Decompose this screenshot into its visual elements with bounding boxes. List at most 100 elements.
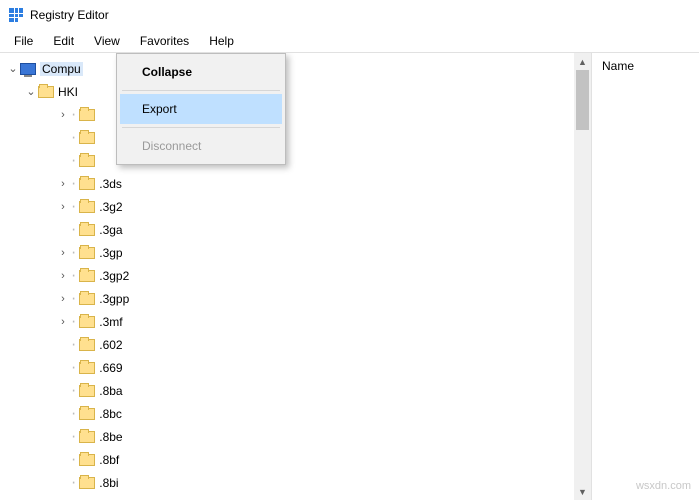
- tree-connector: ·: [70, 476, 77, 490]
- folder-icon: [79, 477, 95, 489]
- content-area: ⌄ Compu ⌄ HKI ›· ·· ·· ›·.3ds ›·.3g2 ··.…: [0, 52, 699, 500]
- tree-connector: ·: [70, 384, 77, 398]
- tree-connector: ·: [70, 453, 77, 467]
- registry-tree[interactable]: ⌄ Compu ⌄ HKI ›· ·· ·· ›·.3ds ›·.3g2 ··.…: [0, 53, 591, 494]
- folder-icon: [79, 454, 95, 466]
- menu-favorites[interactable]: Favorites: [132, 32, 197, 50]
- collapse-icon[interactable]: ⌄: [24, 85, 38, 98]
- watermark: wsxdn.com: [636, 480, 691, 492]
- tree-label: .669: [99, 361, 122, 375]
- ctx-export[interactable]: Export: [120, 94, 282, 124]
- tree-node[interactable]: ··.8bf: [56, 448, 591, 471]
- tree-node[interactable]: ··.3ga: [56, 218, 591, 241]
- ctx-separator: [122, 90, 280, 91]
- tree-connector: ·: [70, 177, 77, 191]
- scroll-up-icon[interactable]: ▲: [574, 53, 591, 70]
- scroll-down-icon[interactable]: ▼: [574, 483, 591, 500]
- folder-icon: [79, 408, 95, 420]
- folder-icon: [79, 316, 95, 328]
- expand-icon[interactable]: ›: [56, 109, 70, 121]
- tree-node[interactable]: ›· .3g2: [56, 195, 591, 218]
- expand-icon[interactable]: ›: [56, 293, 70, 305]
- ctx-collapse[interactable]: Collapse: [120, 57, 282, 87]
- titlebar: Registry Editor: [0, 0, 699, 30]
- tree-label: .8ba: [99, 384, 122, 398]
- folder-icon: [79, 431, 95, 443]
- tree-connector: ·: [70, 430, 77, 444]
- tree-node[interactable]: ›· .3mf: [56, 310, 591, 333]
- tree-node[interactable]: ›· .3ds: [56, 172, 591, 195]
- column-header-name[interactable]: Name: [602, 59, 689, 73]
- folder-icon: [79, 155, 95, 167]
- tree-connector: ·: [70, 246, 77, 260]
- tree-connector: ·: [70, 292, 77, 306]
- ctx-disconnect: Disconnect: [120, 131, 282, 161]
- folder-icon: [79, 247, 95, 259]
- tree-connector: ·: [70, 407, 77, 421]
- menu-edit[interactable]: Edit: [45, 32, 82, 50]
- tree-connector: ·: [70, 315, 77, 329]
- tree-connector: ·: [70, 338, 77, 352]
- tree-label: .8bf: [99, 453, 119, 467]
- tree-label: Compu: [40, 62, 83, 76]
- tree-connector: ·: [70, 269, 77, 283]
- folder-icon: [79, 224, 95, 236]
- vertical-scrollbar[interactable]: ▲ ▼: [574, 53, 591, 500]
- expand-icon[interactable]: ›: [56, 247, 70, 259]
- tree-label: .3ds: [99, 177, 122, 191]
- tree-node[interactable]: ›·.3gpp: [56, 287, 591, 310]
- folder-icon: [79, 178, 95, 190]
- folder-icon: [79, 362, 95, 374]
- folder-icon: [79, 270, 95, 282]
- tree-node[interactable]: ··.669: [56, 356, 591, 379]
- menubar: File Edit View Favorites Help: [0, 30, 699, 52]
- tree-node[interactable]: ›·.3gp2: [56, 264, 591, 287]
- folder-icon: [79, 109, 95, 121]
- tree-pane: ⌄ Compu ⌄ HKI ›· ·· ·· ›·.3ds ›·.3g2 ··.…: [0, 53, 592, 500]
- window-title: Registry Editor: [30, 8, 109, 22]
- tree-connector: ·: [70, 200, 77, 214]
- expand-icon[interactable]: ›: [56, 178, 70, 190]
- tree-node[interactable]: ··.8ba: [56, 379, 591, 402]
- expand-icon[interactable]: ›: [56, 201, 70, 213]
- tree-connector: ·: [70, 223, 77, 237]
- menu-file[interactable]: File: [6, 32, 41, 50]
- tree-label: .8bc: [99, 407, 122, 421]
- values-pane: Name: [592, 53, 699, 500]
- tree-node-computer[interactable]: ⌄ Compu: [6, 57, 591, 80]
- folder-icon: [79, 385, 95, 397]
- tree-node[interactable]: ··.8bc: [56, 402, 591, 425]
- tree-connector: ·: [70, 131, 77, 145]
- tree-label: .3ga: [99, 223, 122, 237]
- ctx-separator: [122, 127, 280, 128]
- scroll-thumb[interactable]: [576, 70, 589, 130]
- folder-icon: [79, 201, 95, 213]
- context-menu: Collapse Export Disconnect: [116, 53, 286, 165]
- tree-label: .3gp: [99, 246, 122, 260]
- expand-icon[interactable]: ›: [56, 270, 70, 282]
- folder-icon: [79, 293, 95, 305]
- regedit-icon: [8, 7, 24, 23]
- expand-icon[interactable]: ›: [56, 316, 70, 328]
- collapse-icon[interactable]: ⌄: [6, 62, 20, 75]
- tree-node-hkey[interactable]: ⌄ HKI: [24, 80, 591, 103]
- menu-help[interactable]: Help: [201, 32, 242, 50]
- tree-connector: ·: [70, 154, 77, 168]
- tree-node[interactable]: ··.8bi: [56, 471, 591, 494]
- tree-node[interactable]: ›· .3gp: [56, 241, 591, 264]
- folder-icon: [79, 132, 95, 144]
- tree-node[interactable]: ··.602: [56, 333, 591, 356]
- tree-node[interactable]: ··.8be: [56, 425, 591, 448]
- tree-label: .602: [99, 338, 122, 352]
- tree-label: .3g2: [99, 200, 122, 214]
- tree-label: .3mf: [99, 315, 122, 329]
- tree-label: HKI: [58, 85, 78, 99]
- tree-connector: ·: [70, 108, 77, 122]
- folder-icon: [79, 339, 95, 351]
- tree-label: .8bi: [99, 476, 118, 490]
- menu-view[interactable]: View: [86, 32, 128, 50]
- computer-icon: [20, 63, 36, 75]
- tree-label: .8be: [99, 430, 122, 444]
- tree-connector: ·: [70, 361, 77, 375]
- folder-icon: [38, 86, 54, 98]
